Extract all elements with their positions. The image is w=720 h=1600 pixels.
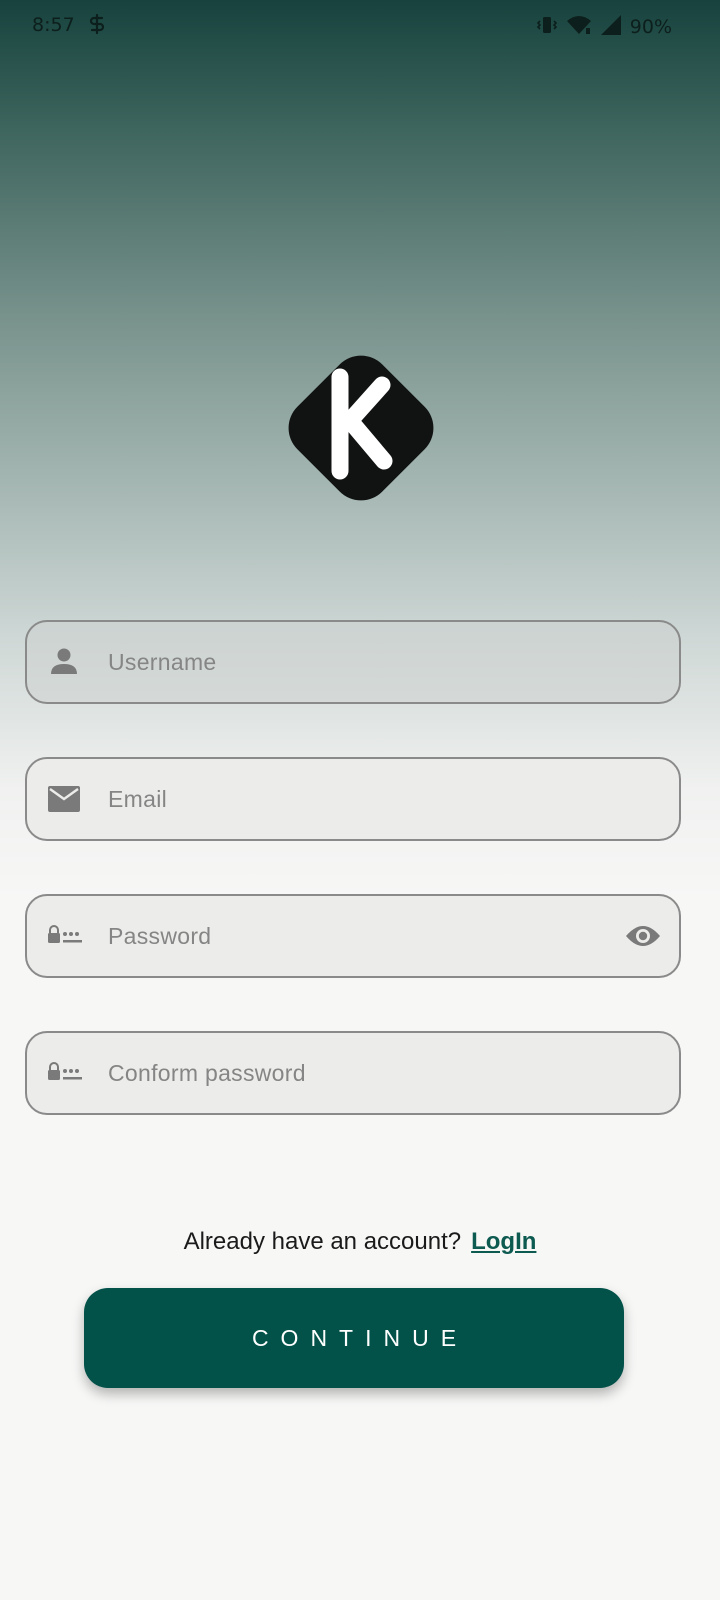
password-icon — [47, 1058, 82, 1088]
email-field[interactable]: Email — [25, 757, 681, 841]
confirm-password-field[interactable]: Conform password — [25, 1031, 681, 1115]
username-field[interactable]: Username — [25, 620, 681, 704]
password-placeholder: Password — [108, 923, 212, 949]
mail-icon — [47, 784, 81, 814]
login-link[interactable]: LogIn — [471, 1228, 536, 1255]
status-time: 8:57 — [32, 14, 75, 36]
confirm-password-placeholder: Conform password — [108, 1060, 306, 1086]
vibrate-icon — [536, 14, 558, 40]
eye-icon[interactable] — [625, 922, 661, 950]
s-app-icon — [88, 13, 106, 36]
password-icon — [47, 921, 82, 951]
k-diamond-logo — [258, 325, 464, 531]
status-icons: 90% — [536, 14, 672, 40]
account-prompt-text: Already have an account? — [183, 1228, 462, 1255]
continue-button[interactable]: CONTINUE — [84, 1288, 624, 1388]
account-prompt: Already have an account? LogIn — [0, 1228, 720, 1256]
signup-screen: 8:57 90% Username Email Password Conform… — [0, 0, 720, 1600]
battery-percent: 90% — [629, 16, 672, 38]
username-placeholder: Username — [108, 649, 217, 675]
wifi-icon — [566, 14, 592, 40]
password-field[interactable]: Password — [25, 894, 681, 978]
signal-icon — [600, 14, 622, 40]
email-placeholder: Email — [108, 786, 168, 812]
status-bar: 8:57 90% — [0, 0, 720, 56]
continue-button-label: CONTINUE — [251, 1324, 469, 1351]
person-icon — [47, 647, 81, 677]
